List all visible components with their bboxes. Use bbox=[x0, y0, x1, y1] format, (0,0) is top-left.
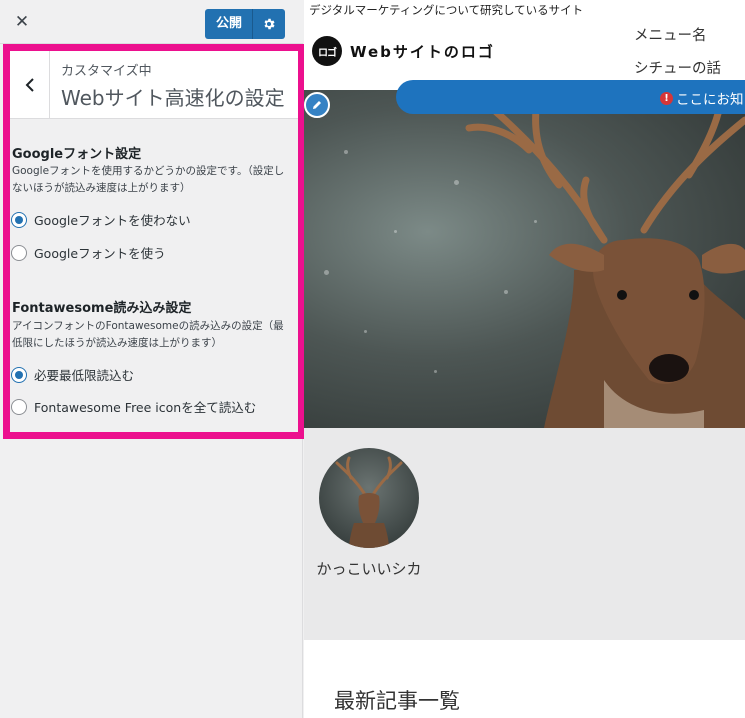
exclamation-icon: ! bbox=[660, 91, 673, 105]
site-logo[interactable]: ロゴ Webサイトのロゴ bbox=[312, 36, 495, 66]
menu-item-1[interactable]: メニュー名 bbox=[634, 24, 707, 45]
latest-posts-title: 最新記事一覧 bbox=[334, 689, 460, 713]
customizer-header: ✕ 公開 bbox=[0, 0, 303, 44]
close-icon: ✕ bbox=[14, 12, 30, 32]
close-button[interactable]: ✕ bbox=[0, 0, 44, 44]
notice-text: ここにお知 bbox=[676, 92, 744, 108]
notice-content: ! ここにお知 bbox=[660, 88, 744, 108]
deer-illustration bbox=[465, 106, 745, 428]
profile-name: かっこいいシカ bbox=[316, 560, 422, 578]
latest-posts-section: 最新記事一覧 bbox=[304, 640, 745, 718]
deer-avatar-image bbox=[335, 456, 403, 548]
site-header: デジタルマーケティングについて研究しているサイト ロゴ Webサイトのロゴ メニ… bbox=[304, 0, 745, 90]
customizer-panel: ✕ 公開 カスタマイズ中 Webサイト高速化の設定 Googleフォント設定 G… bbox=[0, 0, 305, 718]
publish-settings-button[interactable] bbox=[253, 9, 285, 39]
highlight-box bbox=[3, 44, 305, 439]
site-tagline: デジタルマーケティングについて研究しているサイト bbox=[309, 3, 584, 17]
gear-icon bbox=[264, 18, 275, 30]
profile-card: かっこいいシカ bbox=[304, 428, 745, 638]
logo-text: Webサイトのロゴ bbox=[350, 42, 495, 61]
notice-bar[interactable]: ! ここにお知 bbox=[396, 80, 745, 114]
menu-item-2[interactable]: シチューの話 bbox=[634, 57, 721, 78]
logo-badge: ロゴ bbox=[312, 36, 342, 66]
pencil-icon bbox=[313, 101, 321, 109]
profile-avatar[interactable] bbox=[319, 448, 419, 548]
site-preview: デジタルマーケティングについて研究しているサイト ロゴ Webサイトのロゴ メニ… bbox=[304, 0, 745, 718]
publish-button-group: 公開 bbox=[205, 9, 286, 39]
publish-button[interactable]: 公開 bbox=[205, 9, 254, 39]
edit-shortcut-button[interactable] bbox=[304, 92, 330, 118]
hero-image bbox=[304, 90, 745, 428]
